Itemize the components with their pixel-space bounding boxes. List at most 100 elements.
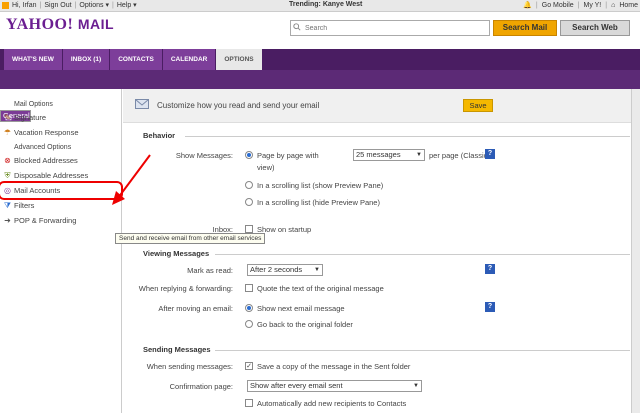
confirmation-select[interactable]: Show after every email sent ▼	[247, 380, 422, 392]
scroll-preview-option[interactable]: In a scrolling list (show Preview Pane)	[245, 181, 383, 190]
yahoo-square-icon	[2, 1, 9, 9]
option-label: Page by page with	[257, 151, 319, 160]
quote-option[interactable]: Quote the text of the original message	[245, 284, 384, 293]
logo-text: YAHOO!	[6, 16, 74, 33]
greeting: Hi, Irfan	[12, 1, 37, 9]
save-button[interactable]: Save	[463, 99, 493, 112]
option-label: Go back to the original folder	[257, 320, 353, 329]
vertical-scrollbar[interactable]	[631, 89, 640, 413]
go-back-option[interactable]: Go back to the original folder	[245, 320, 353, 329]
option-label: Quote the text of the original message	[257, 284, 384, 293]
divider	[215, 350, 630, 351]
options-menu[interactable]: Options ▾	[79, 1, 109, 9]
sidebar-item-vacation[interactable]: ☂ Vacation Response	[0, 125, 121, 140]
header: YAHOO! MAIL Search Mail Search Web	[0, 12, 640, 49]
shield-icon: ⛨	[4, 171, 11, 180]
viewing-heading: Viewing Messages	[143, 249, 210, 258]
mark-as-read-select[interactable]: After 2 seconds ▼	[247, 264, 323, 276]
envelope-icon	[135, 99, 149, 109]
go-mobile-link[interactable]: Go Mobile	[542, 2, 574, 9]
option-label: Automatically add new recipients to Cont…	[257, 399, 407, 408]
chevron-down-icon: ▼	[416, 152, 422, 158]
sign-out-link[interactable]: Sign Out	[44, 2, 71, 9]
chevron-down-icon: ▼	[413, 383, 419, 389]
tab-options[interactable]: OPTIONS	[216, 49, 262, 70]
sidebar-item-pop-forwarding[interactable]: ➜ POP & Forwarding	[0, 213, 121, 228]
top-utility-bar: Hi, Irfan | Sign Out | Options ▾ | Help …	[0, 0, 640, 12]
option-label: In a scrolling list (show Preview Pane)	[257, 181, 384, 190]
sub-nav-bar	[0, 70, 640, 89]
mark-as-read-label: Mark as read:	[187, 266, 233, 275]
options-sidebar: Mail Options ✉ General ✎ Signature ☂ Vacati…	[0, 89, 123, 413]
main-header: Customize how you read and send your ema…	[123, 89, 640, 123]
show-next-radio[interactable]	[245, 304, 253, 313]
auto-add-checkbox[interactable]	[245, 399, 253, 408]
divider	[215, 254, 630, 255]
sidebar-item-label: Disposable Addresses	[14, 171, 89, 180]
help-icon[interactable]: ?	[485, 264, 495, 274]
trending-text[interactable]: Trending: Kanye West	[289, 1, 362, 8]
quote-checkbox[interactable]	[245, 284, 253, 293]
umbrella-icon: ☂	[3, 128, 12, 137]
mail-options-heading: Mail Options	[14, 101, 53, 108]
forward-icon: ➜	[4, 216, 11, 225]
help-icon[interactable]: ?	[485, 149, 495, 159]
red-arrow-annotation	[112, 154, 151, 205]
search-web-button[interactable]: Search Web	[560, 20, 630, 36]
select-value: 25 messages	[356, 150, 401, 159]
page-by-page-radio[interactable]	[245, 151, 253, 160]
home-icon[interactable]: ⌂	[611, 2, 615, 9]
option-label: Show next email message	[257, 304, 345, 313]
tab-whats-new[interactable]: WHAT'S NEW	[4, 49, 62, 70]
yahoo-mail-logo[interactable]: YAHOO! MAIL	[6, 16, 114, 34]
divider	[185, 136, 630, 137]
logo-mail-text: MAIL	[77, 16, 115, 32]
after-moving-label: After moving an email:	[158, 304, 233, 313]
tab-contacts[interactable]: CONTACTS	[110, 49, 162, 70]
show-next-option[interactable]: Show next email message	[245, 304, 345, 313]
tab-calendar[interactable]: CALENDAR	[162, 49, 216, 70]
select-value: Show after every email sent	[250, 381, 343, 390]
show-on-startup-checkbox[interactable]	[245, 225, 253, 234]
tab-inbox[interactable]: INBOX (1)	[62, 49, 110, 70]
bell-icon[interactable]: 🔔	[523, 1, 532, 9]
options-main-panel: Customize how you read and send your ema…	[123, 89, 640, 413]
page-by-page-suffix-2: view)	[257, 163, 275, 172]
search-icon	[293, 23, 301, 31]
confirmation-label: Confirmation page:	[169, 382, 233, 391]
save-copy-option[interactable]: ✓ Save a copy of the message in the Sent …	[245, 362, 410, 371]
help-menu[interactable]: Help ▾	[117, 1, 137, 9]
accounts-icon: ◎	[4, 186, 11, 195]
filter-icon: ⧩	[3, 201, 12, 210]
go-back-radio[interactable]	[245, 320, 253, 329]
sidebar-item-signature[interactable]: ✎ Signature	[0, 110, 121, 125]
scroll-hide-option[interactable]: In a scrolling list (hide Preview Pane)	[245, 198, 380, 207]
pen-icon: ✎	[4, 113, 11, 122]
option-label: Save a copy of the message in the Sent f…	[257, 362, 411, 371]
sidebar-item-label: Blocked Addresses	[14, 156, 78, 165]
page-by-page-option[interactable]: Page by page with	[245, 151, 319, 160]
when-sending-label: When sending messages:	[146, 362, 233, 371]
sidebar-item-label: POP & Forwarding	[14, 216, 77, 225]
search-mail-button[interactable]: Search Mail	[493, 20, 557, 36]
chevron-down-icon: ▼	[314, 267, 320, 273]
my-y-link[interactable]: My Y!	[583, 2, 601, 9]
help-icon[interactable]: ?	[485, 302, 495, 312]
sidebar-item-label: Mail Accounts	[14, 186, 61, 195]
scroll-hide-radio[interactable]	[245, 198, 253, 207]
save-copy-checkbox[interactable]: ✓	[245, 362, 253, 371]
auto-add-option[interactable]: Automatically add new recipients to Cont…	[245, 399, 406, 408]
search-area: Search Mail Search Web	[290, 20, 640, 37]
replying-label: When replying & forwarding:	[138, 284, 233, 293]
behavior-heading: Behavior	[143, 131, 176, 140]
main-header-text: Customize how you read and send your ema…	[157, 101, 320, 110]
option-label: In a scrolling list (hide Preview Pane)	[257, 198, 380, 207]
home-link[interactable]: Home	[619, 2, 638, 9]
messages-per-page-select[interactable]: 25 messages ▼	[353, 149, 425, 161]
sidebar-item-label: Signature	[14, 113, 47, 122]
blocked-icon: ⊗	[4, 156, 11, 165]
sidebar-item-label: Vacation Response	[14, 128, 79, 137]
scroll-preview-radio[interactable]	[245, 181, 253, 190]
search-input[interactable]	[290, 20, 490, 36]
sidebar-item-label: Filters	[14, 201, 35, 210]
